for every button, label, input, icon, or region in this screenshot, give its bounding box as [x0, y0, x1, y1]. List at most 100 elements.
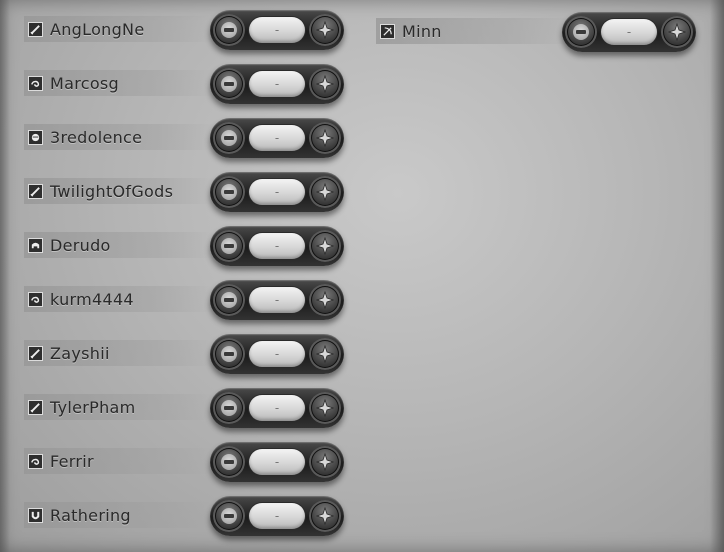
priority-control: - — [210, 226, 344, 266]
player-name: TwilightOfGods — [50, 182, 174, 201]
priority-level-display: - — [249, 395, 305, 421]
player-name: Minn — [402, 22, 442, 41]
minus-icon — [573, 24, 589, 40]
priority-level-display: - — [249, 287, 305, 313]
minus-icon — [221, 76, 237, 92]
priority-level-display: - — [249, 341, 305, 367]
minus-icon — [221, 454, 237, 470]
decrease-button[interactable] — [213, 230, 245, 262]
player-row: Marcosg - — [24, 64, 344, 104]
panel-edge-left — [0, 0, 10, 552]
player-row: Derudo - — [24, 226, 344, 266]
increase-button[interactable] — [309, 230, 341, 262]
decrease-button[interactable] — [213, 122, 245, 154]
player-name: Marcosg — [50, 74, 120, 93]
increase-button[interactable] — [309, 284, 341, 316]
priority-level-display: - — [249, 125, 305, 151]
increase-button[interactable] — [309, 176, 341, 208]
decrease-button[interactable] — [213, 338, 245, 370]
plus-icon — [316, 345, 334, 363]
sword-icon — [28, 346, 43, 361]
player-row: 3redolence - — [24, 118, 344, 158]
decrease-button[interactable] — [213, 500, 245, 532]
decrease-button[interactable] — [213, 68, 245, 100]
minus-icon — [221, 400, 237, 416]
plus-icon — [316, 453, 334, 471]
priority-level-display: - — [249, 233, 305, 259]
decrease-button[interactable] — [213, 176, 245, 208]
priority-level-display: - — [249, 17, 305, 43]
swirl-icon — [28, 292, 43, 307]
player-name: TylerPham — [50, 398, 136, 417]
plus-icon — [316, 399, 334, 417]
priority-control: - — [210, 388, 344, 428]
minus-icon — [221, 238, 237, 254]
decrease-button[interactable] — [213, 446, 245, 478]
player-name: Derudo — [50, 236, 111, 255]
plus-icon — [316, 183, 334, 201]
priority-control: - — [210, 64, 344, 104]
minus-icon — [221, 292, 237, 308]
priority-control: - — [210, 280, 344, 320]
player-name: Rathering — [50, 506, 131, 525]
priority-control: - — [210, 442, 344, 482]
increase-button[interactable] — [309, 446, 341, 478]
priority-level-display: - — [249, 449, 305, 475]
sword-icon — [28, 400, 43, 415]
player-list-panel: AngLongNe - Marcosg - 3redolence - Twili… — [0, 0, 724, 552]
plus-icon — [316, 75, 334, 93]
plus-icon — [316, 291, 334, 309]
sword-icon — [28, 22, 43, 37]
plus-icon — [316, 129, 334, 147]
minus-icon — [221, 184, 237, 200]
priority-level-display: - — [601, 19, 657, 45]
decrease-button[interactable] — [565, 16, 597, 48]
increase-button[interactable] — [309, 14, 341, 46]
increase-button[interactable] — [309, 392, 341, 424]
player-row: TwilightOfGods - — [24, 172, 344, 212]
player-row: Ferrir - — [24, 442, 344, 482]
decrease-button[interactable] — [213, 392, 245, 424]
player-name: kurm4444 — [50, 290, 134, 309]
priority-control: - — [210, 118, 344, 158]
minus-icon — [221, 508, 237, 524]
helmet-icon — [28, 238, 43, 253]
player-row: Zayshii - — [24, 334, 344, 374]
priority-control: - — [210, 334, 344, 374]
player-name: 3redolence — [50, 128, 143, 147]
plus-icon — [668, 23, 686, 41]
player-name: AngLongNe — [50, 20, 145, 39]
increase-button[interactable] — [309, 122, 341, 154]
plus-icon — [316, 507, 334, 525]
player-row: TylerPham - — [24, 388, 344, 428]
plus-icon — [316, 237, 334, 255]
priority-control: - — [210, 496, 344, 536]
swirl-icon — [28, 454, 43, 469]
priority-control: - — [210, 172, 344, 212]
player-row: AngLongNe - — [24, 10, 344, 50]
priority-level-display: - — [249, 71, 305, 97]
priority-control: - — [562, 12, 696, 52]
increase-button[interactable] — [309, 500, 341, 532]
increase-button[interactable] — [309, 68, 341, 100]
player-row: Rathering - — [24, 496, 344, 536]
panel-edge-right — [710, 0, 724, 552]
priority-level-display: - — [249, 503, 305, 529]
decrease-button[interactable] — [213, 14, 245, 46]
player-name: Zayshii — [50, 344, 110, 363]
player-row: kurm4444 - — [24, 280, 344, 320]
horseshoe-icon — [28, 508, 43, 523]
priority-control: - — [210, 10, 344, 50]
priority-level-display: - — [249, 179, 305, 205]
player-row: Minn - — [376, 12, 696, 52]
sword-icon — [28, 184, 43, 199]
minus-icon — [221, 22, 237, 38]
minus-icon — [221, 346, 237, 362]
swirl-icon — [28, 76, 43, 91]
increase-button[interactable] — [309, 338, 341, 370]
bow-icon — [380, 24, 395, 39]
increase-button[interactable] — [661, 16, 693, 48]
decrease-button[interactable] — [213, 284, 245, 316]
fist-icon — [28, 130, 43, 145]
minus-icon — [221, 130, 237, 146]
